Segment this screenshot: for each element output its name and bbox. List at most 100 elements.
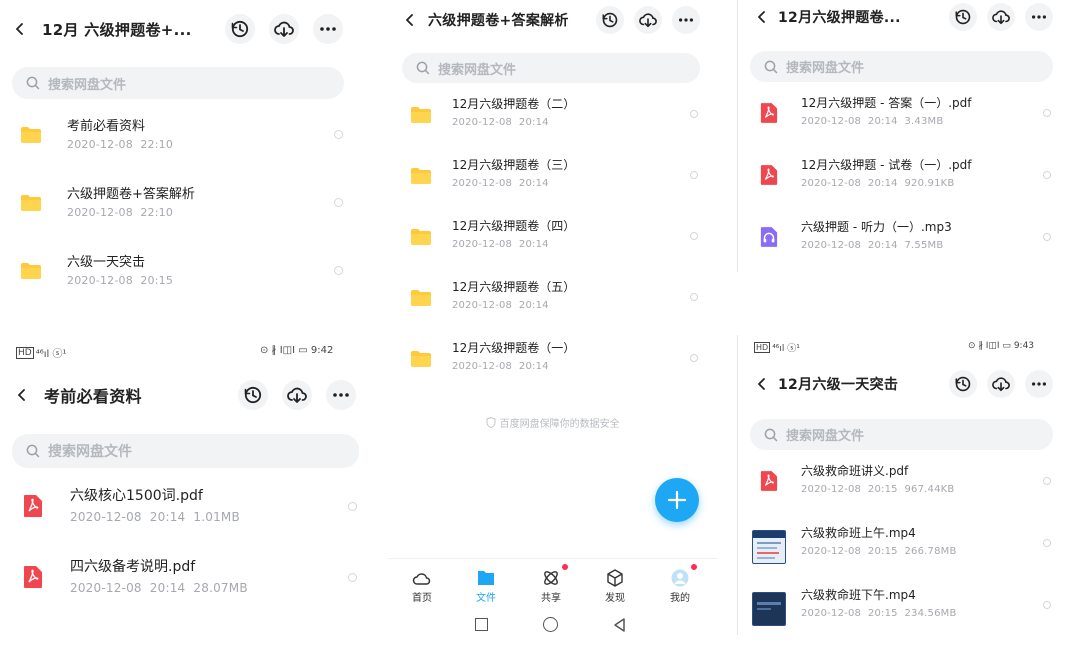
page-title: 12月六级押题卷... [778,10,901,26]
select-radio[interactable] [1043,109,1051,117]
tab-discover[interactable]: 发现 [593,569,637,604]
file-meta: 2020-12-08 20:14 [452,178,549,189]
list-item[interactable]: 12月六级押题卷（四） 2020-12-08 20:14 [388,212,718,273]
list-item[interactable]: 12月六级押题卷（三） 2020-12-08 20:14 [388,151,718,212]
list-item[interactable]: 六级押题 - 听力（一）.mp3 2020-12-08 20:14 7.55MB [738,214,1073,275]
cloud-download-icon[interactable] [987,370,1015,398]
search-input[interactable]: 搜索网盘文件 [750,51,1053,82]
bottom-tab-bar: 首页 文件 共享 发现 我的 [388,558,718,610]
select-radio[interactable] [1043,539,1051,547]
pdf-icon [23,565,43,589]
cloud-download-icon[interactable] [269,14,299,44]
recents-nav-button[interactable] [475,618,488,631]
list-item[interactable]: 六级一天突击 2020-12-08 20:15 [0,246,365,307]
back-icon[interactable] [8,381,36,409]
pane-exam-papers: 12月六级押题卷... 搜索网盘文件 12月六级押题 - 答案（一）.pdf 2… [738,0,1073,275]
list-item[interactable]: 六级押题卷+答案解析 2020-12-08 22:10 [0,178,365,239]
android-nav-bar [388,612,718,640]
list-item[interactable]: 六级救命班讲义.pdf 2020-12-08 20:15 967.44KB [738,458,1073,519]
page-title: 六级押题卷+答案解析 [428,13,569,29]
cloud-home-icon [412,573,431,585]
share-atom-icon [544,571,558,585]
pdf-icon [760,470,778,492]
file-name: 12月六级押题 - 试卷（一）.pdf [801,158,972,172]
back-icon[interactable] [748,370,776,398]
file-name: 12月六级押题卷（三） [452,158,576,172]
more-icon[interactable] [313,14,343,44]
history-icon[interactable] [238,380,268,410]
list-item[interactable]: 12月六级押题卷（五） 2020-12-08 20:14 [388,273,718,334]
back-icon[interactable] [6,15,34,43]
list-item[interactable]: 六级救命班下午.mp4 2020-12-08 20:15 234.56MB [738,582,1073,643]
more-icon[interactable] [672,6,700,34]
more-icon[interactable] [1025,3,1053,31]
more-icon[interactable] [326,380,356,410]
history-icon[interactable] [949,3,977,31]
select-radio[interactable] [1043,233,1051,241]
search-icon [26,444,40,458]
pane-12m-root: 12月 六级押题卷+... 搜索网盘文件 考前必看资料 2020-12-08 2… [0,0,365,300]
header: 12月六级一天突击 [738,366,1073,402]
list-item[interactable]: 12月六级押题 - 答案（一）.pdf 2020-12-08 20:14 3.4… [738,90,1073,151]
select-radio[interactable] [1043,171,1051,179]
select-radio[interactable] [690,110,698,118]
list-item[interactable]: 12月六级押题卷（一） 2020-12-08 20:14 [388,334,718,395]
search-input[interactable]: 搜索网盘文件 [402,53,700,83]
back-icon[interactable] [396,6,424,34]
file-name: 四六级备考说明.pdf [70,559,196,575]
cloud-download-icon[interactable] [987,3,1015,31]
history-icon[interactable] [596,6,624,34]
select-radio[interactable] [334,198,343,207]
file-name: 12月六级押题 - 答案（一）.pdf [801,96,972,110]
select-radio[interactable] [348,573,357,582]
list-item[interactable]: 六级救命班上午.mp4 2020-12-08 20:15 266.78MB [738,520,1073,581]
select-radio[interactable] [1043,601,1051,609]
search-input[interactable]: 搜索网盘文件 [750,419,1053,450]
tab-home[interactable]: 首页 [400,569,444,604]
file-meta: 2020-12-08 20:14 [452,239,549,250]
search-placeholder: 搜索网盘文件 [786,61,865,76]
back-icon[interactable] [748,3,776,31]
search-placeholder: 搜索网盘文件 [48,444,132,460]
cloud-download-icon[interactable] [634,6,662,34]
folder-icon [410,167,432,185]
more-icon[interactable] [1025,370,1053,398]
list-item[interactable]: 考前必看资料 2020-12-08 22:10 [0,110,365,171]
back-nav-button[interactable] [612,617,626,633]
file-meta: 2020-12-08 20:14 [452,300,549,311]
select-radio[interactable] [334,130,343,139]
file-name: 六级押题 - 听力（一）.mp3 [801,220,952,234]
tab-files[interactable]: 文件 [464,569,508,604]
tab-share[interactable]: 共享 [529,569,573,604]
select-radio[interactable] [348,502,357,511]
select-radio[interactable] [1043,477,1051,485]
home-nav-button[interactable] [543,617,558,632]
history-icon[interactable] [949,370,977,398]
status-bar-right: ⊙ ∦ I◫I ▭ 9:42 [260,345,334,356]
add-fab-button[interactable] [655,478,699,522]
avatar-icon [671,569,689,587]
select-radio[interactable] [334,266,343,275]
list-item[interactable]: 12月六级押题 - 试卷（一）.pdf 2020-12-08 20:14 920… [738,152,1073,213]
list-item[interactable]: 六级核心1500词.pdf 2020-12-08 20:14 1.01MB [0,480,370,550]
search-input[interactable]: 搜索网盘文件 [12,67,344,99]
tab-me[interactable]: 我的 [658,569,702,604]
file-name: 六级押题卷+答案解析 [67,187,195,202]
plus-icon [667,490,687,510]
history-icon[interactable] [225,14,255,44]
header: 考前必看资料 [0,375,370,415]
file-meta: 2020-12-08 20:15 266.78MB [801,546,957,557]
status-bar-right: ⊙ ∦ I◫I ▭ 9:43 [968,341,1035,351]
select-radio[interactable] [690,171,698,179]
file-name: 考前必看资料 [67,119,146,134]
select-radio[interactable] [690,354,698,362]
file-meta: 2020-12-08 20:14 28.07MB [70,581,248,595]
list-item[interactable]: 四六级备考说明.pdf 2020-12-08 20:14 28.07MB [0,551,370,621]
search-input[interactable]: 搜索网盘文件 [12,434,359,468]
select-radio[interactable] [690,293,698,301]
list-item[interactable]: 12月六级押题卷（二） 2020-12-08 20:14 [388,90,718,151]
cloud-download-icon[interactable] [282,380,312,410]
select-radio[interactable] [690,232,698,240]
search-icon [764,60,778,74]
file-meta: 2020-12-08 20:14 1.01MB [70,510,240,524]
